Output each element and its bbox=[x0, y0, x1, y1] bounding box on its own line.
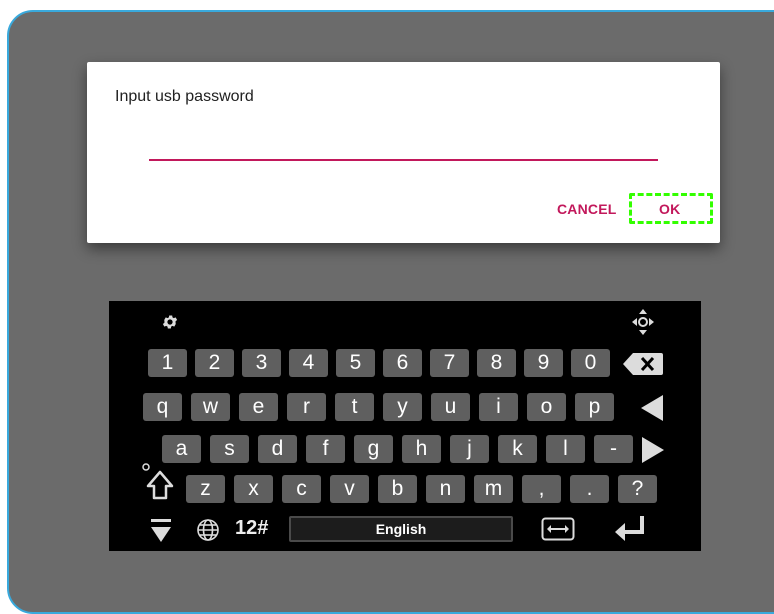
key-u[interactable]: u bbox=[431, 393, 470, 421]
key-v[interactable]: v bbox=[330, 475, 369, 503]
dialog-title: Input usb password bbox=[115, 88, 254, 105]
password-input[interactable] bbox=[149, 159, 658, 161]
cursor-mode-icon[interactable] bbox=[540, 516, 576, 542]
key-0[interactable]: 0 bbox=[571, 349, 610, 377]
key-w[interactable]: w bbox=[191, 393, 230, 421]
key-k[interactable]: k bbox=[498, 435, 537, 463]
key-2[interactable]: 2 bbox=[195, 349, 234, 377]
key-f[interactable]: f bbox=[306, 435, 345, 463]
key-z[interactable]: z bbox=[186, 475, 225, 503]
shift-icon[interactable] bbox=[141, 461, 175, 501]
arrow-left-icon[interactable] bbox=[639, 393, 665, 423]
key-x[interactable]: x bbox=[234, 475, 273, 503]
key-i[interactable]: i bbox=[479, 393, 518, 421]
key-6[interactable]: 6 bbox=[383, 349, 422, 377]
key-c[interactable]: c bbox=[282, 475, 321, 503]
key-comma[interactable]: , bbox=[522, 475, 561, 503]
arrow-right-icon[interactable] bbox=[640, 435, 666, 465]
key-n[interactable]: n bbox=[426, 475, 465, 503]
key-4[interactable]: 4 bbox=[289, 349, 328, 377]
enter-icon[interactable] bbox=[613, 513, 649, 545]
key-7[interactable]: 7 bbox=[430, 349, 469, 377]
key-9[interactable]: 9 bbox=[524, 349, 563, 377]
key-8[interactable]: 8 bbox=[477, 349, 516, 377]
on-screen-keyboard: 1 2 3 4 5 6 7 8 9 0 q w e r t y u i o p … bbox=[109, 301, 701, 551]
key-5[interactable]: 5 bbox=[336, 349, 375, 377]
key-t[interactable]: t bbox=[335, 393, 374, 421]
key-h[interactable]: h bbox=[402, 435, 441, 463]
key-e[interactable]: e bbox=[239, 393, 278, 421]
password-dialog: Input usb password CANCEL OK bbox=[87, 62, 720, 243]
key-y[interactable]: y bbox=[383, 393, 422, 421]
key-q[interactable]: q bbox=[143, 393, 182, 421]
move-handle-icon[interactable] bbox=[630, 307, 656, 337]
key-period[interactable]: . bbox=[570, 475, 609, 503]
hide-keyboard-icon[interactable] bbox=[149, 517, 173, 545]
globe-icon[interactable] bbox=[195, 517, 221, 543]
key-s[interactable]: s bbox=[210, 435, 249, 463]
key-d[interactable]: d bbox=[258, 435, 297, 463]
key-dash[interactable]: - bbox=[594, 435, 633, 463]
key-l[interactable]: l bbox=[546, 435, 585, 463]
key-question[interactable]: ? bbox=[618, 475, 657, 503]
gear-icon[interactable] bbox=[159, 311, 181, 333]
space-bar[interactable]: English bbox=[289, 516, 513, 542]
key-m[interactable]: m bbox=[474, 475, 513, 503]
key-p[interactable]: p bbox=[575, 393, 614, 421]
key-r[interactable]: r bbox=[287, 393, 326, 421]
symbols-key[interactable]: 12# bbox=[235, 517, 268, 540]
key-b[interactable]: b bbox=[378, 475, 417, 503]
backspace-icon[interactable] bbox=[621, 351, 665, 377]
key-j[interactable]: j bbox=[450, 435, 489, 463]
key-a[interactable]: a bbox=[162, 435, 201, 463]
key-g[interactable]: g bbox=[354, 435, 393, 463]
ok-button-highlight bbox=[629, 193, 713, 224]
cancel-button[interactable]: CANCEL bbox=[557, 201, 617, 217]
key-3[interactable]: 3 bbox=[242, 349, 281, 377]
key-1[interactable]: 1 bbox=[148, 349, 187, 377]
key-o[interactable]: o bbox=[527, 393, 566, 421]
